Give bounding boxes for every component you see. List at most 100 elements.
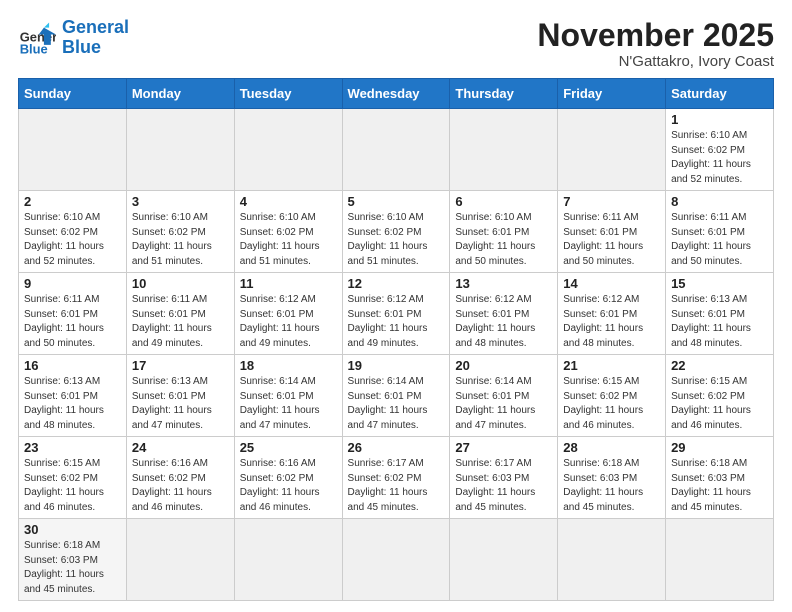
table-row: 3 Sunrise: 6:10 AM Sunset: 6:02 PM Daylig… [126,191,234,273]
day-number: 30 [24,522,121,537]
table-row [666,519,774,601]
table-row: 6 Sunrise: 6:10 AM Sunset: 6:01 PM Daylig… [450,191,558,273]
day-info: Sunrise: 6:15 AM Sunset: 6:02 PM Dayligh… [563,375,660,433]
table-row: 22 Sunrise: 6:15 AM Sunset: 6:02 PM Dayli… [666,355,774,437]
table-row [234,109,342,191]
table-row: 14 Sunrise: 6:12 AM Sunset: 6:01 PM Dayli… [558,273,666,355]
table-row [126,519,234,601]
day-info: Sunrise: 6:11 AM Sunset: 6:01 PM Dayligh… [563,211,660,269]
table-row: 29Sunrise: 6:18 AM Sunset: 6:03 PM Dayli… [666,437,774,519]
table-row: 8 Sunrise: 6:11 AM Sunset: 6:01 PM Daylig… [666,191,774,273]
day-number: 22 [671,358,768,373]
table-row [234,519,342,601]
day-number: 23 [24,440,121,455]
day-info: Sunrise: 6:18 AM Sunset: 6:03 PM Dayligh… [671,457,768,515]
day-number: 21 [563,358,660,373]
day-number: 25 [240,440,337,455]
day-info: Sunrise: 6:10 AM Sunset: 6:01 PM Dayligh… [455,211,552,269]
day-info: Sunrise: 6:10 AM Sunset: 6:02 PM Dayligh… [132,211,229,269]
day-number: 3 [132,194,229,209]
day-info: Sunrise: 6:15 AM Sunset: 6:02 PM Dayligh… [671,375,768,433]
header-friday: Friday [558,79,666,109]
day-info: Sunrise: 6:10 AM Sunset: 6:02 PM Dayligh… [348,211,445,269]
header: General Blue General Blue November 2025 … [18,18,774,70]
day-info: Sunrise: 6:13 AM Sunset: 6:01 PM Dayligh… [671,293,768,351]
table-row: 25 Sunrise: 6:16 AM Sunset: 6:02 PM Dayli… [234,437,342,519]
table-row: 28Sunrise: 6:18 AM Sunset: 6:03 PM Dayli… [558,437,666,519]
day-number: 7 [563,194,660,209]
day-info: Sunrise: 6:15 AM Sunset: 6:02 PM Dayligh… [24,457,121,515]
day-number: 19 [348,358,445,373]
table-row: 26Sunrise: 6:17 AM Sunset: 6:02 PM Dayli… [342,437,450,519]
logo: General Blue General Blue [18,18,129,58]
day-info: Sunrise: 6:16 AM Sunset: 6:02 PM Dayligh… [240,457,337,515]
table-row: 15 Sunrise: 6:13 AM Sunset: 6:01 PM Dayli… [666,273,774,355]
svg-text:Blue: Blue [20,41,48,56]
day-number: 17 [132,358,229,373]
day-number: 27 [455,440,552,455]
day-info: Sunrise: 6:12 AM Sunset: 6:01 PM Dayligh… [563,293,660,351]
table-row: 21 Sunrise: 6:15 AM Sunset: 6:02 PM Dayli… [558,355,666,437]
header-wednesday: Wednesday [342,79,450,109]
header-monday: Monday [126,79,234,109]
logo-icon: General Blue [18,19,56,57]
table-row [450,519,558,601]
day-number: 10 [132,276,229,291]
day-number: 11 [240,276,337,291]
table-row: 27 Sunrise: 6:17 AM Sunset: 6:03 PM Dayli… [450,437,558,519]
table-row [558,109,666,191]
day-number: 1 [671,112,768,127]
table-row: 13Sunrise: 6:12 AM Sunset: 6:01 PM Dayli… [450,273,558,355]
header-saturday: Saturday [666,79,774,109]
calendar-title: November 2025 [537,18,774,53]
table-row [342,109,450,191]
table-row: 4Sunrise: 6:10 AM Sunset: 6:02 PM Daylig… [234,191,342,273]
table-row [558,519,666,601]
day-info: Sunrise: 6:17 AM Sunset: 6:03 PM Dayligh… [455,457,552,515]
table-row: 20 Sunrise: 6:14 AM Sunset: 6:01 PM Dayli… [450,355,558,437]
table-row [126,109,234,191]
table-row: 2 Sunrise: 6:10 AM Sunset: 6:02 PM Daylig… [19,191,127,273]
title-block: November 2025 N'Gattakro, Ivory Coast [537,18,774,70]
table-row: 11Sunrise: 6:12 AM Sunset: 6:01 PM Dayli… [234,273,342,355]
day-info: Sunrise: 6:18 AM Sunset: 6:03 PM Dayligh… [563,457,660,515]
day-number: 14 [563,276,660,291]
day-info: Sunrise: 6:17 AM Sunset: 6:02 PM Dayligh… [348,457,445,515]
day-number: 2 [24,194,121,209]
day-info: Sunrise: 6:11 AM Sunset: 6:01 PM Dayligh… [132,293,229,351]
table-row: 19Sunrise: 6:14 AM Sunset: 6:01 PM Dayli… [342,355,450,437]
day-info: Sunrise: 6:11 AM Sunset: 6:01 PM Dayligh… [671,211,768,269]
table-row: 18 Sunrise: 6:14 AM Sunset: 6:01 PM Dayli… [234,355,342,437]
day-number: 20 [455,358,552,373]
table-row: 9Sunrise: 6:11 AM Sunset: 6:01 PM Daylig… [19,273,127,355]
logo-general: General [62,17,129,37]
day-number: 5 [348,194,445,209]
calendar-header-row: Sunday Monday Tuesday Wednesday Thursday… [19,79,774,109]
day-info: Sunrise: 6:10 AM Sunset: 6:02 PM Dayligh… [671,129,768,187]
table-row: 5 Sunrise: 6:10 AM Sunset: 6:02 PM Daylig… [342,191,450,273]
day-info: Sunrise: 6:10 AM Sunset: 6:02 PM Dayligh… [24,211,121,269]
table-row: 30Sunrise: 6:18 AM Sunset: 6:03 PM Dayli… [19,519,127,601]
table-row: 1 Sunrise: 6:10 AM Sunset: 6:02 PM Daylig… [666,109,774,191]
header-sunday: Sunday [19,79,127,109]
day-info: Sunrise: 6:13 AM Sunset: 6:01 PM Dayligh… [24,375,121,433]
day-number: 24 [132,440,229,455]
day-info: Sunrise: 6:12 AM Sunset: 6:01 PM Dayligh… [455,293,552,351]
calendar-table: Sunday Monday Tuesday Wednesday Thursday… [18,78,774,601]
day-info: Sunrise: 6:16 AM Sunset: 6:02 PM Dayligh… [132,457,229,515]
day-info: Sunrise: 6:11 AM Sunset: 6:01 PM Dayligh… [24,293,121,351]
day-info: Sunrise: 6:14 AM Sunset: 6:01 PM Dayligh… [240,375,337,433]
day-number: 8 [671,194,768,209]
table-row [342,519,450,601]
day-number: 15 [671,276,768,291]
day-info: Sunrise: 6:13 AM Sunset: 6:01 PM Dayligh… [132,375,229,433]
page: General Blue General Blue November 2025 … [0,0,792,611]
day-info: Sunrise: 6:14 AM Sunset: 6:01 PM Dayligh… [455,375,552,433]
table-row: 12Sunrise: 6:12 AM Sunset: 6:01 PM Dayli… [342,273,450,355]
table-row: 24 Sunrise: 6:16 AM Sunset: 6:02 PM Dayli… [126,437,234,519]
logo-blue: Blue [62,37,101,57]
day-number: 18 [240,358,337,373]
day-number: 6 [455,194,552,209]
table-row: 23 Sunrise: 6:15 AM Sunset: 6:02 PM Dayli… [19,437,127,519]
header-tuesday: Tuesday [234,79,342,109]
